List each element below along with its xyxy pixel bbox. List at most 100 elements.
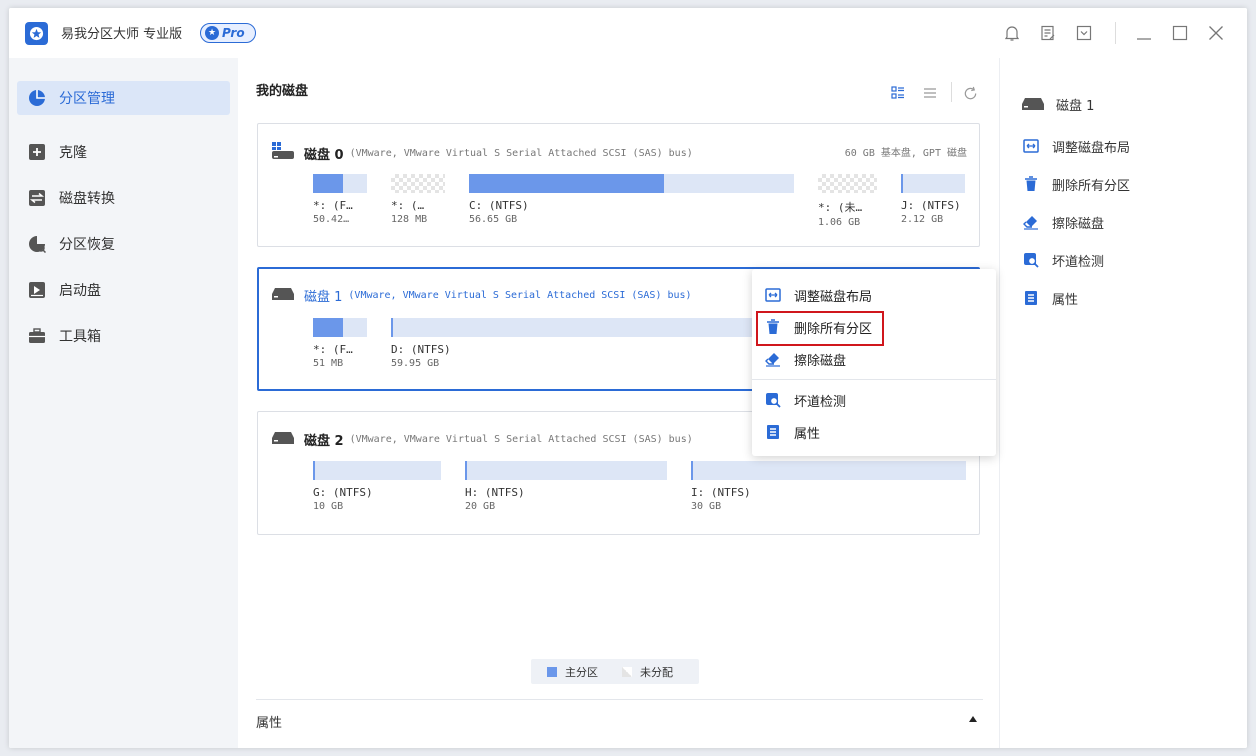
menu-item-label: 擦除磁盘	[794, 353, 847, 369]
sidebar-item-label: 克隆	[59, 145, 87, 161]
partition-bar	[465, 461, 667, 480]
action-label: 擦除磁盘	[1052, 216, 1105, 232]
partition-block[interactable]: *: (F… 50.42…	[313, 174, 367, 225]
convert-icon	[27, 188, 47, 208]
legend: 主分区 未分配	[531, 659, 699, 684]
disk-description: (VMware, VMware Virtual S Serial Attache…	[349, 434, 693, 445]
menu-item-bad-sector-check[interactable]: 坏道检测	[764, 388, 846, 412]
partition-block[interactable]: H: (NTFS) 20 GB	[465, 461, 667, 512]
partition-size: 56.65 GB	[469, 214, 518, 225]
disk-name: 磁盘 0	[304, 147, 344, 163]
bootable-disk-icon	[27, 280, 47, 300]
action-label: 属性	[1052, 292, 1079, 308]
toolbox-icon	[27, 326, 47, 346]
partition-block[interactable]: *: (未… 1.06 GB	[818, 174, 877, 228]
sidebar-item-disk-convert[interactable]: 磁盘转换	[17, 181, 230, 215]
action-properties[interactable]: 属性	[1022, 287, 1078, 309]
partition-usage-fill	[313, 174, 343, 193]
disk-name: 磁盘 1	[304, 290, 343, 305]
properties-icon	[764, 423, 782, 441]
sidebar-item-label: 磁盘转换	[59, 191, 115, 207]
refresh-icon[interactable]	[961, 84, 979, 102]
sidebar-item-label: 启动盘	[59, 283, 101, 299]
sidebar-item-partition-recovery[interactable]: 分区恢复	[17, 227, 230, 261]
partition-label: G: (NTFS)	[313, 486, 373, 499]
partition-label: *: (F…	[313, 199, 353, 212]
properties-icon	[1022, 289, 1040, 307]
legend-unallocated-swatch	[622, 666, 632, 677]
partition-size: 1.06 GB	[818, 217, 861, 228]
partition-bar	[313, 174, 367, 193]
sidebar-item-toolbox[interactable]: 工具箱	[17, 319, 230, 353]
app-window: 易我分区大师 专业版 ★ Pro 分区管理 克隆 磁盘转换 分区恢复 启动盘 工…	[9, 8, 1247, 748]
disk-scan-icon	[1022, 251, 1040, 269]
app-title: 易我分区大师 专业版	[61, 27, 183, 42]
legend-unallocated-label: 未分配	[640, 665, 673, 679]
partition-bar	[313, 318, 367, 337]
collapse-arrow-icon[interactable]	[969, 716, 977, 722]
legend-primary-swatch	[547, 666, 557, 677]
sidebar-item-partition-manager[interactable]: 分区管理	[17, 81, 230, 115]
trash-icon	[1022, 175, 1040, 193]
partition-block[interactable]: G: (NTFS) 10 GB	[313, 461, 441, 512]
sidebar: 分区管理 克隆 磁盘转换 分区恢复 启动盘 工具箱	[9, 58, 238, 748]
sidebar-item-clone[interactable]: 克隆	[17, 135, 230, 169]
sidebar-item-label: 分区恢复	[59, 237, 115, 253]
menu-item-wipe-disk[interactable]: 擦除磁盘	[764, 347, 846, 371]
eraser-icon	[1022, 213, 1040, 231]
partition-size: 20 GB	[465, 501, 496, 512]
partition-label: H: (NTFS)	[465, 486, 525, 499]
partition-block[interactable]: *: (F… 51 MB	[313, 318, 367, 369]
menu-item-properties[interactable]: 属性	[764, 420, 820, 444]
disk-header: 磁盘 0 (VMware, VMware Virtual S Serial At…	[272, 142, 693, 164]
clone-icon	[27, 142, 47, 162]
minimize-icon[interactable]	[1133, 22, 1155, 44]
partition-bar	[469, 174, 794, 193]
partition-block[interactable]: J: (NTFS) 2.12 GB	[901, 174, 965, 225]
context-menu: 调整磁盘布局 删除所有分区 擦除磁盘 坏道检测 属性	[752, 269, 996, 456]
notification-icon[interactable]	[1001, 22, 1023, 44]
partition-size: 2.12 GB	[901, 214, 944, 225]
maximize-icon[interactable]	[1169, 22, 1191, 44]
pro-badge-label: Pro	[222, 26, 245, 40]
card-view-icon[interactable]	[889, 84, 907, 102]
action-bad-sector-check[interactable]: 坏道检测	[1022, 249, 1104, 271]
disk-card-0[interactable]: 磁盘 0 (VMware, VMware Virtual S Serial At…	[257, 123, 980, 247]
menu-item-adjust-disk-layout[interactable]: 调整磁盘布局	[764, 283, 872, 307]
partition-bar-unallocated	[391, 174, 445, 193]
disk-description: (VMware, VMware Virtual S Serial Attache…	[349, 147, 693, 159]
disk-icon	[272, 286, 294, 305]
partition-size: 30 GB	[691, 501, 722, 512]
partition-block[interactable]: *: (… 128 MB	[391, 174, 445, 225]
properties-label: 属性	[256, 716, 283, 731]
resize-layout-icon	[1022, 137, 1040, 155]
partition-block[interactable]: I: (NTFS) 30 GB	[691, 461, 966, 512]
partition-usage-fill	[901, 174, 903, 193]
action-label: 坏道检测	[1052, 254, 1105, 270]
partition-size: 50.42…	[313, 214, 350, 225]
feedback-icon[interactable]	[1037, 22, 1059, 44]
legend-primary-label: 主分区	[565, 665, 598, 679]
close-icon[interactable]	[1205, 22, 1227, 44]
action-wipe-disk[interactable]: 擦除磁盘	[1022, 211, 1104, 233]
highlight-box	[756, 311, 884, 346]
partition-label: *: (…	[391, 199, 425, 212]
sidebar-item-bootable-media[interactable]: 启动盘	[17, 273, 230, 307]
selected-disk-label: 磁盘 1	[1022, 93, 1094, 115]
menu-item-label: 属性	[794, 426, 821, 442]
menu-item-label: 坏道检测	[794, 394, 847, 410]
properties-panel-toggle[interactable]: 属性	[256, 699, 983, 748]
eraser-icon	[764, 350, 782, 368]
resize-layout-icon	[764, 286, 782, 304]
action-label: 调整磁盘布局	[1052, 140, 1131, 156]
action-adjust-disk-layout[interactable]: 调整磁盘布局	[1022, 135, 1130, 157]
partition-bar	[313, 461, 441, 480]
disk-header: 磁盘 1 (VMware, VMware Virtual S Serial At…	[272, 286, 692, 305]
partition-block[interactable]: C: (NTFS) 56.65 GB	[469, 174, 794, 225]
list-view-icon[interactable]	[921, 84, 939, 102]
disk-icon	[1022, 95, 1044, 113]
menu-dropdown-icon[interactable]	[1073, 22, 1095, 44]
partition-usage-fill	[469, 174, 664, 193]
action-delete-all-partitions[interactable]: 删除所有分区	[1022, 173, 1130, 195]
disk-icon	[272, 430, 294, 449]
